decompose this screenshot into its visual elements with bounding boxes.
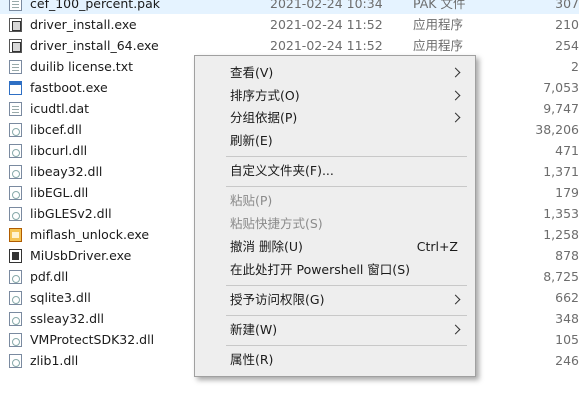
file-size: 1,258 bbox=[543, 227, 579, 242]
menu-item-properties-label: 属性(R) bbox=[230, 352, 274, 367]
menu-separator bbox=[226, 156, 467, 157]
file-name: zlib1.dll bbox=[30, 353, 79, 368]
dll-file-icon bbox=[9, 270, 22, 284]
menu-separator bbox=[226, 345, 467, 346]
keyboard-shortcut: Ctrl+Z bbox=[416, 239, 458, 254]
menu-item-new[interactable]: 新建(W) bbox=[197, 319, 473, 341]
menu-item-view[interactable]: 查看(V) bbox=[197, 62, 473, 84]
file-size: 8,725 bbox=[543, 269, 579, 284]
file-size: 471 bbox=[555, 143, 579, 158]
menu-item-open-powershell[interactable]: 在此处打开 Powershell 窗口(S) bbox=[197, 259, 473, 281]
file-name: duilib license.txt bbox=[30, 59, 133, 74]
file-name: fastboot.exe bbox=[30, 80, 108, 95]
menu-separator bbox=[226, 186, 467, 187]
file-size: 662 bbox=[555, 290, 579, 305]
file-name: ssleay32.dll bbox=[30, 311, 105, 326]
menu-item-undo-delete[interactable]: 撤消 删除(U) Ctrl+Z bbox=[197, 236, 473, 258]
menu-item-customize-folder-label: 自定义文件夹(F)... bbox=[230, 163, 334, 178]
file-size: 38,206 bbox=[535, 122, 579, 137]
menu-item-sort-by[interactable]: 排序方式(O) bbox=[197, 85, 473, 107]
menu-separator bbox=[226, 285, 467, 286]
dll-file-icon bbox=[9, 354, 22, 368]
dll-file-icon bbox=[9, 123, 22, 137]
file-size: 9,747 bbox=[543, 101, 579, 116]
dll-file-icon bbox=[9, 165, 22, 179]
dll-file-icon bbox=[9, 207, 22, 221]
menu-item-give-access-label: 授予访问权限(G) bbox=[230, 292, 325, 307]
menu-separator bbox=[226, 315, 467, 316]
file-size: 307 bbox=[555, 0, 579, 11]
file-name: MiUsbDriver.exe bbox=[30, 248, 132, 263]
file-name: VMProtectSDK32.dll bbox=[30, 332, 155, 347]
file-date: 2021-02-24 10:34 bbox=[270, 0, 383, 11]
file-row[interactable]: cef_100_percent.pak 2021-02-24 10:34 PAK 文… bbox=[0, 0, 579, 14]
file-name: libGLESv2.dll bbox=[30, 206, 112, 221]
miflash-icon bbox=[9, 228, 22, 242]
dll-file-icon bbox=[9, 333, 22, 347]
dll-file-icon bbox=[9, 291, 22, 305]
menu-item-view-label: 查看(V) bbox=[230, 65, 274, 80]
file-size: 1,371 bbox=[543, 164, 579, 179]
installer-exe-icon bbox=[9, 18, 22, 32]
menu-item-properties[interactable]: 属性(R) bbox=[197, 349, 473, 371]
file-size: 878 bbox=[555, 248, 579, 263]
submenu-arrow-icon bbox=[450, 294, 461, 305]
file-date: 2021-02-24 11:52 bbox=[270, 17, 383, 32]
installer-exe-icon bbox=[9, 249, 22, 263]
file-name: libcef.dll bbox=[30, 122, 82, 137]
file-name: driver_install_64.exe bbox=[30, 38, 159, 53]
file-size: 7,053 bbox=[543, 80, 579, 95]
file-name: miflash_unlock.exe bbox=[30, 227, 150, 242]
menu-item-refresh[interactable]: 刷新(E) bbox=[197, 130, 473, 152]
file-name: libeay32.dll bbox=[30, 164, 103, 179]
file-name: sqlite3.dll bbox=[30, 290, 91, 305]
file-type: 应用程序 bbox=[413, 17, 464, 32]
context-menu: 查看(V) 排序方式(O) 分组依据(P) 刷新(E) 自定义文件夹(F)...… bbox=[194, 55, 476, 377]
file-name: icudtl.dat bbox=[30, 101, 90, 116]
file-size: 254 bbox=[555, 38, 579, 53]
menu-item-paste-label: 粘贴(P) bbox=[230, 193, 273, 208]
submenu-arrow-icon bbox=[450, 67, 461, 78]
file-size: 179 bbox=[555, 185, 579, 200]
menu-item-refresh-label: 刷新(E) bbox=[230, 133, 273, 148]
menu-item-give-access[interactable]: 授予访问权限(G) bbox=[197, 289, 473, 311]
submenu-arrow-icon bbox=[450, 324, 461, 335]
menu-item-open-powershell-label: 在此处打开 Powershell 窗口(S) bbox=[230, 262, 410, 277]
file-type: 应用程序 bbox=[413, 38, 464, 53]
file-name: libcurl.dll bbox=[30, 143, 88, 158]
menu-item-paste-shortcut-label: 粘贴快捷方式(S) bbox=[230, 216, 323, 231]
file-size: 246 bbox=[555, 353, 579, 368]
file-size: 105 bbox=[555, 332, 579, 347]
menu-item-group-by-label: 分组依据(P) bbox=[230, 110, 298, 125]
dll-file-icon bbox=[9, 144, 22, 158]
file-name: driver_install.exe bbox=[30, 17, 137, 32]
submenu-arrow-icon bbox=[450, 90, 461, 101]
menu-item-sort-by-label: 排序方式(O) bbox=[230, 88, 300, 103]
file-row[interactable]: driver_install.exe 2021-02-24 11:52 应用程序 21… bbox=[0, 14, 579, 35]
menu-item-customize-folder[interactable]: 自定义文件夹(F)... bbox=[197, 160, 473, 182]
submenu-arrow-icon bbox=[450, 112, 461, 123]
file-type: PAK 文件 bbox=[413, 0, 466, 11]
file-date: 2021-02-24 11:52 bbox=[270, 38, 383, 53]
file-icon bbox=[9, 0, 22, 11]
file-name: pdf.dll bbox=[30, 269, 69, 284]
menu-item-undo-delete-label: 撤消 删除(U) bbox=[230, 239, 303, 254]
dll-file-icon bbox=[9, 186, 22, 200]
text-file-icon bbox=[9, 60, 22, 74]
file-name: libEGL.dll bbox=[30, 185, 89, 200]
menu-item-group-by[interactable]: 分组依据(P) bbox=[197, 107, 473, 129]
file-size: 210 bbox=[555, 17, 579, 32]
installer-exe-icon bbox=[9, 39, 22, 53]
file-size: 1,353 bbox=[543, 206, 579, 221]
file-icon bbox=[9, 102, 22, 116]
application-icon bbox=[9, 81, 22, 95]
dll-file-icon bbox=[9, 312, 22, 326]
menu-item-paste[interactable]: 粘贴(P) bbox=[197, 190, 473, 212]
file-row[interactable]: driver_install_64.exe 2021-02-24 11:52 应用程… bbox=[0, 35, 579, 56]
menu-item-paste-shortcut[interactable]: 粘贴快捷方式(S) bbox=[197, 213, 473, 235]
menu-item-new-label: 新建(W) bbox=[230, 322, 278, 337]
file-size: 348 bbox=[555, 311, 579, 326]
file-name: cef_100_percent.pak bbox=[30, 0, 161, 11]
file-size: 2 bbox=[571, 59, 579, 74]
